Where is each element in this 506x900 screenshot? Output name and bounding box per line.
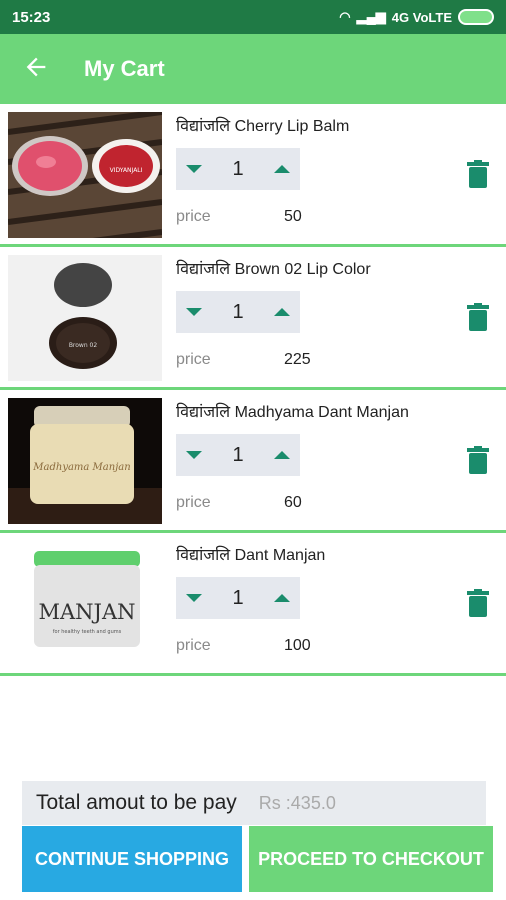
product-image-cherry-lip-balm: VIDYANJALI [8,112,162,238]
price-label: price [176,637,211,654]
product-name: विद्यांजलि Brown 02 Lip Color [176,261,371,278]
trash-icon[interactable] [466,303,490,331]
battery-icon [458,9,494,25]
status-time: 15:23 [12,8,51,26]
increase-quantity-button[interactable] [274,594,290,602]
quantity-value: 1 [232,300,244,323]
total-summary: Total amout to be pay Rs :435.0 [22,781,486,825]
cart-list: VIDYANJALI विद्यांजलि Cherry Lip Balm 1 … [0,104,506,676]
app-bar: My Cart [0,34,506,104]
quantity-stepper: 1 [176,434,300,476]
status-bar: 15:23 ◠ ▂▄▆ 4G VoLTE [0,0,506,34]
product-image-dant-manjan: MANJAN for healthy teeth and gums [8,541,162,667]
decrease-quantity-button[interactable] [186,594,202,602]
network-label: 4G VoLTE [391,9,452,25]
cart-item: Brown 02 विद्यांजलि Brown 02 Lip Color 1… [0,247,506,390]
decrease-quantity-button[interactable] [186,451,202,459]
page-title: My Cart [84,56,165,81]
price-label: price [176,494,211,511]
total-value: Rs :435.0 [258,792,336,813]
quantity-stepper: 1 [176,577,300,619]
jar-lettering: Brown 02 [69,342,98,349]
cart-item: VIDYANJALI विद्यांजलि Cherry Lip Balm 1 … [0,104,506,247]
signal-icon: ▂▄▆ [356,9,386,24]
jar-subtext: for healthy teeth and gums [53,629,122,635]
jar-lettering: MANJAN [38,600,135,624]
jar-lettering: Madhyama Manjan [32,462,130,473]
price-value: 50 [284,208,302,225]
cart-item: MANJAN for healthy teeth and gums विद्या… [0,533,506,676]
total-label: Total amout to be pay [36,791,237,814]
product-image-brown-lip-color: Brown 02 [8,255,162,381]
quantity-stepper: 1 [176,291,300,333]
price-value: 100 [284,637,311,654]
wifi-icon: ◠ [339,9,351,24]
price-value: 60 [284,494,302,511]
trash-icon[interactable] [466,446,490,474]
quantity-value: 1 [232,443,244,466]
decrease-quantity-button[interactable] [186,308,202,316]
product-name: विद्यांजलि Madhyama Dant Manjan [176,404,409,421]
trash-icon[interactable] [466,160,490,188]
status-icons: ◠ ▂▄▆ 4G VoLTE [339,9,494,25]
product-image-madhyama-dant-manjan: Madhyama Manjan [8,398,162,524]
proceed-to-checkout-button[interactable]: PROCEED TO CHECKOUT [249,826,493,892]
product-name: विद्यांजलि Cherry Lip Balm [176,118,350,135]
quantity-value: 1 [232,157,244,180]
increase-quantity-button[interactable] [274,165,290,173]
price-label: price [176,208,211,225]
cart-item: Madhyama Manjan विद्यांजलि Madhyama Dant… [0,390,506,533]
back-arrow-icon[interactable] [22,53,62,86]
price-value: 225 [284,351,311,368]
decrease-quantity-button[interactable] [186,165,202,173]
trash-icon[interactable] [466,589,490,617]
jar-lettering: VIDYANJALI [110,167,143,174]
continue-shopping-button[interactable]: CONTINUE SHOPPING [22,826,242,892]
quantity-value: 1 [232,586,244,609]
increase-quantity-button[interactable] [274,308,290,316]
quantity-stepper: 1 [176,148,300,190]
increase-quantity-button[interactable] [274,451,290,459]
price-label: price [176,351,211,368]
product-name: विद्यांजलि Dant Manjan [176,547,326,564]
